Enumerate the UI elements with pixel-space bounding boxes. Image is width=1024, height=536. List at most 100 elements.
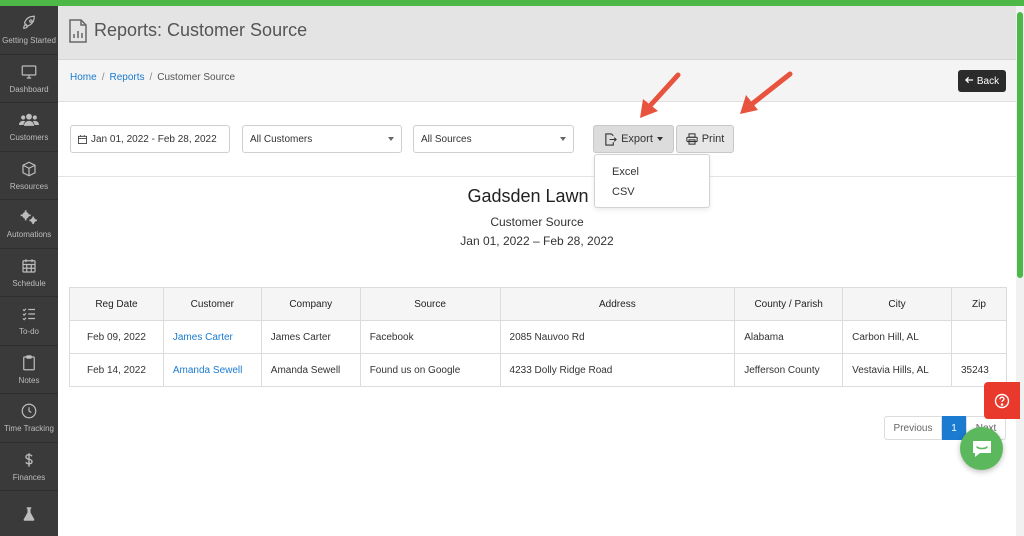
sidebar-item-schedule[interactable]: Schedule: [0, 249, 58, 297]
table-row: Feb 09, 2022 James Carter James Carter F…: [69, 320, 1008, 354]
table-header-row: Reg Date Customer Company Source Address…: [69, 287, 1008, 321]
cell-source: Facebook: [359, 320, 501, 354]
customer-link[interactable]: James Carter: [173, 332, 233, 343]
breadcrumb-current: Customer Source: [157, 72, 236, 83]
sidebar: Getting Started Dashboard Customers Reso…: [0, 6, 58, 536]
gears-icon: [19, 207, 39, 227]
calendar-icon: [78, 134, 87, 144]
export-option-excel[interactable]: Excel: [595, 162, 709, 182]
cell-county: Alabama: [734, 320, 844, 354]
report-subtitle: Customer Source: [490, 215, 584, 229]
export-button-label: Export: [621, 133, 653, 145]
export-button[interactable]: Export: [593, 125, 674, 153]
customer-source-table: Reg Date Customer Company Source Address…: [69, 287, 1008, 387]
report-date-range: Jan 01, 2022 – Feb 28, 2022: [460, 234, 614, 248]
chevron-down-icon: [560, 137, 566, 141]
sidebar-item-label: Customers: [9, 133, 49, 143]
caret-down-icon: [656, 137, 663, 141]
sidebar-item-finances[interactable]: Finances: [0, 443, 58, 491]
export-option-csv[interactable]: CSV: [595, 182, 709, 202]
scrollbar-thumb[interactable]: [1017, 12, 1023, 278]
column-header-zip[interactable]: Zip: [950, 287, 1008, 321]
column-header-address[interactable]: Address: [499, 287, 736, 321]
cell-customer: Amanda Sewell: [162, 353, 262, 387]
breadcrumb-home-link[interactable]: Home: [70, 72, 97, 83]
sources-select[interactable]: All Sources: [413, 125, 574, 153]
back-button[interactable]: Back: [958, 70, 1006, 92]
customer-link[interactable]: Amanda Sewell: [173, 365, 242, 376]
breadcrumb-separator: /: [149, 72, 153, 83]
cell-zip: [950, 320, 1008, 354]
print-button-label: Print: [701, 133, 725, 145]
cell-city: Vestavia Hills, AL: [842, 353, 952, 387]
cell-source: Found us on Google: [359, 353, 501, 387]
divider: [58, 176, 1016, 177]
sidebar-item-label: Resources: [9, 181, 49, 191]
column-header-city[interactable]: City: [842, 287, 952, 321]
column-header-source[interactable]: Source: [359, 287, 501, 321]
breadcrumb-reports-link[interactable]: Reports: [109, 72, 144, 83]
cell-reg-date: Feb 14, 2022: [69, 353, 164, 387]
column-header-county-parish[interactable]: County / Parish: [734, 287, 844, 321]
print-button[interactable]: Print: [676, 125, 734, 153]
flask-icon: [19, 504, 39, 524]
sidebar-item-label: Schedule: [12, 278, 46, 288]
chat-launcher-button[interactable]: [960, 427, 1003, 470]
cell-city: Carbon Hill, AL: [842, 320, 952, 354]
sidebar-item-time-tracking[interactable]: Time Tracking: [0, 394, 58, 443]
main-content: Reports: Customer Source Home / Reports / Cu…: [58, 6, 1016, 536]
sidebar-item-todo[interactable]: To-do: [0, 297, 58, 346]
clipboard-icon: [19, 353, 39, 373]
arrow-left-icon: [964, 76, 974, 87]
sidebar-item-label: Notes: [18, 375, 40, 385]
sources-select-value: All Sources: [421, 133, 472, 145]
question-circle-icon: [994, 393, 1010, 409]
sidebar-item-label: Dashboard: [9, 84, 49, 94]
customers-select[interactable]: All Customers: [242, 125, 402, 153]
sidebar-item-customers[interactable]: Customers: [0, 103, 58, 152]
sidebar-item-label: Automations: [6, 230, 52, 240]
page-header: Reports: Customer Source: [58, 6, 1016, 60]
sidebar-item-label: Finances: [12, 472, 46, 482]
cell-company: James Carter: [260, 320, 361, 354]
cell-address: 4233 Dolly Ridge Road: [499, 353, 736, 387]
column-header-reg-date[interactable]: Reg Date: [69, 287, 164, 321]
breadcrumb-separator: /: [101, 72, 105, 83]
cell-county: Jefferson County: [734, 353, 844, 387]
rocket-icon: [19, 13, 39, 33]
chevron-down-icon: [388, 137, 394, 141]
customers-select-value: All Customers: [250, 133, 313, 145]
sidebar-item-getting-started[interactable]: Getting Started: [0, 6, 58, 55]
breadcrumb: Home / Reports / Customer Source: [70, 72, 235, 83]
back-button-label: Back: [976, 75, 1000, 87]
sidebar-item-resources[interactable]: Resources: [0, 152, 58, 200]
sidebar-item-label: To-do: [18, 327, 39, 337]
dollar-icon: [19, 450, 39, 470]
table-row: Feb 14, 2022 Amanda Sewell Amanda Sewell…: [69, 353, 1008, 387]
date-range-value: Jan 01, 2022 - Feb 28, 2022: [91, 133, 217, 145]
breadcrumb-bar: Home / Reports / Customer Source Back: [58, 60, 1016, 102]
help-button[interactable]: [984, 382, 1020, 419]
page-scrollbar[interactable]: [1016, 6, 1024, 536]
printer-icon: [686, 133, 698, 145]
box-icon: [19, 159, 39, 179]
sidebar-item-labs[interactable]: [0, 491, 58, 536]
pagination-previous[interactable]: Previous: [884, 416, 942, 440]
checklist-icon: [19, 304, 39, 324]
sidebar-item-notes[interactable]: Notes: [0, 346, 58, 394]
sidebar-item-dashboard[interactable]: Dashboard: [0, 55, 58, 103]
clock-icon: [19, 401, 39, 421]
date-range-picker[interactable]: Jan 01, 2022 - Feb 28, 2022: [70, 125, 230, 153]
sidebar-item-label: Getting Started: [2, 36, 56, 46]
calendar-icon: [19, 256, 39, 276]
page-title: Reports: Customer Source: [94, 20, 308, 40]
file-export-icon: [604, 132, 617, 146]
report-company-name: Gadsden Lawn C: [467, 186, 607, 206]
sidebar-item-automations[interactable]: Automations: [0, 200, 58, 249]
column-header-company[interactable]: Company: [260, 287, 361, 321]
export-dropdown-menu: Excel CSV: [594, 154, 710, 208]
cell-company: Amanda Sewell: [260, 353, 361, 387]
cell-address: 2085 Nauvoo Rd: [499, 320, 736, 354]
users-icon: [19, 110, 39, 130]
column-header-customer[interactable]: Customer: [162, 287, 262, 321]
